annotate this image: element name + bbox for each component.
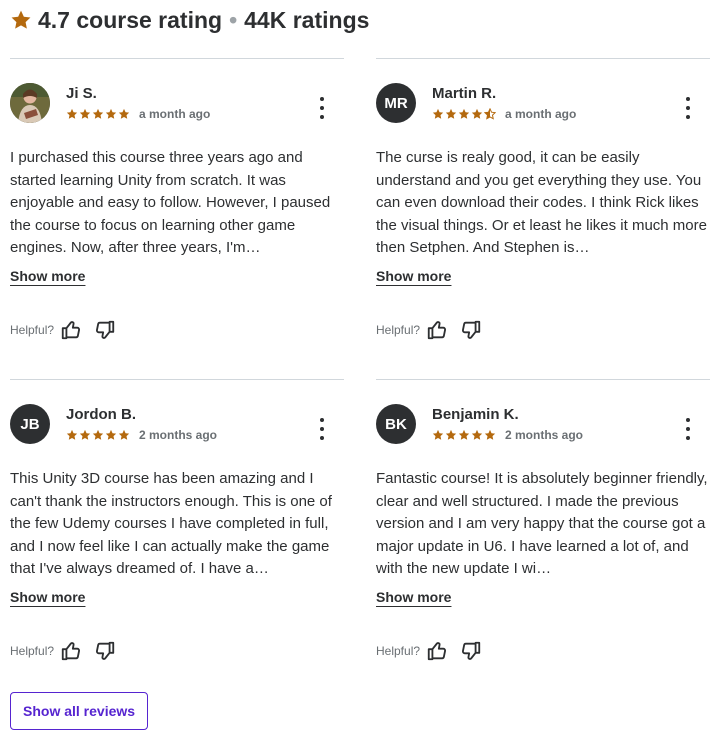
- thumbs-up-icon[interactable]: [60, 319, 82, 341]
- review-meta: a month ago: [66, 107, 210, 121]
- star-icon: [471, 108, 483, 119]
- helpful-row: Helpful?: [376, 640, 482, 662]
- reviewer-name: Benjamin K.: [432, 406, 519, 423]
- review-text: Fantastic course! It is absolutely begin…: [376, 470, 708, 577]
- star-icon: [458, 108, 470, 119]
- review-text: The curse is realy good, it can be easil…: [376, 149, 707, 256]
- star-icon: [118, 108, 130, 119]
- more-vertical-icon: [320, 97, 324, 101]
- helpful-row: Helpful?: [10, 319, 116, 341]
- rating-summary: 4.7 course rating • 44K ratings: [10, 4, 369, 36]
- show-all-reviews-button[interactable]: Show all reviews: [10, 692, 149, 730]
- reviewer-name: Martin R.: [432, 85, 497, 102]
- star-icon: [105, 108, 117, 119]
- star-icon: [445, 108, 457, 119]
- star-icon: [118, 429, 130, 440]
- star-rating: [66, 108, 130, 120]
- star-icon: [471, 429, 483, 440]
- star-icon: [79, 108, 91, 119]
- more-vertical-icon: [686, 97, 690, 101]
- review-card: JB Jordon B. 2 months ago This Unity 3D …: [10, 379, 344, 680]
- star-icon: [445, 429, 457, 440]
- helpful-row: Helpful?: [10, 640, 116, 662]
- more-vertical-icon: [686, 418, 690, 422]
- review-time: 2 months ago: [139, 428, 218, 442]
- review-meta: a month ago: [432, 107, 576, 121]
- star-icon: [11, 10, 31, 29]
- thumbs-down-icon[interactable]: [460, 319, 482, 341]
- star-rating: [432, 429, 496, 441]
- review-card: BK Benjamin K. 2 months ago Fantastic co…: [376, 379, 710, 680]
- star-icon: [458, 429, 470, 440]
- avatar[interactable]: [10, 83, 50, 123]
- helpful-row: Helpful?: [376, 319, 482, 341]
- show-more-button[interactable]: Show more: [10, 268, 85, 284]
- thumbs-down-icon[interactable]: [94, 319, 116, 341]
- helpful-label: Helpful?: [376, 323, 421, 337]
- star-icon: [432, 429, 444, 440]
- star-icon: [92, 429, 104, 440]
- helpful-label: Helpful?: [376, 644, 421, 658]
- show-more-button[interactable]: Show more: [376, 589, 451, 605]
- review-text: This Unity 3D course has been amazing an…: [10, 470, 332, 577]
- thumbs-up-icon[interactable]: [60, 640, 82, 662]
- review-meta: 2 months ago: [432, 428, 583, 442]
- review-card: Ji S. a month ago I purchased this cours…: [10, 58, 344, 359]
- show-more-button[interactable]: Show more: [10, 589, 85, 605]
- thumbs-up-icon[interactable]: [426, 319, 448, 341]
- more-options-button[interactable]: [680, 418, 696, 440]
- star-icon: [484, 429, 496, 440]
- show-more-button[interactable]: Show more: [376, 268, 451, 284]
- separator-dot: •: [229, 6, 238, 33]
- avatar[interactable]: MR: [376, 83, 416, 123]
- star-rating: [432, 108, 496, 120]
- star-icon: [66, 108, 78, 119]
- review-time: a month ago: [505, 107, 577, 121]
- star-icon: [92, 108, 104, 119]
- thumbs-up-icon[interactable]: [426, 640, 448, 662]
- course-rating: 4.7 course rating: [38, 6, 223, 33]
- helpful-label: Helpful?: [10, 644, 55, 658]
- more-vertical-icon: [320, 418, 324, 422]
- reviewer-name: Jordon B.: [66, 406, 136, 423]
- star-icon: [432, 108, 444, 119]
- star-icon: [66, 429, 78, 440]
- review-time: a month ago: [139, 107, 211, 121]
- avatar[interactable]: JB: [10, 404, 50, 444]
- review-meta: 2 months ago: [66, 428, 217, 442]
- avatar-photo-icon: [10, 83, 50, 123]
- more-options-button[interactable]: [314, 418, 330, 440]
- thumbs-down-icon[interactable]: [460, 640, 482, 662]
- star-rating: [66, 429, 130, 441]
- thumbs-down-icon[interactable]: [94, 640, 116, 662]
- more-options-button[interactable]: [314, 97, 330, 119]
- helpful-label: Helpful?: [10, 323, 55, 337]
- review-time: 2 months ago: [505, 428, 584, 442]
- star-half-icon: [484, 108, 496, 120]
- reviewer-name: Ji S.: [66, 85, 97, 102]
- more-options-button[interactable]: [680, 97, 696, 119]
- star-icon: [79, 429, 91, 440]
- avatar[interactable]: BK: [376, 404, 416, 444]
- ratings-count: 44K ratings: [244, 6, 370, 33]
- review-text: I purchased this course three years ago …: [10, 149, 331, 256]
- review-card: MR Martin R. a month ago The curse is re…: [376, 58, 710, 359]
- star-icon: [105, 429, 117, 440]
